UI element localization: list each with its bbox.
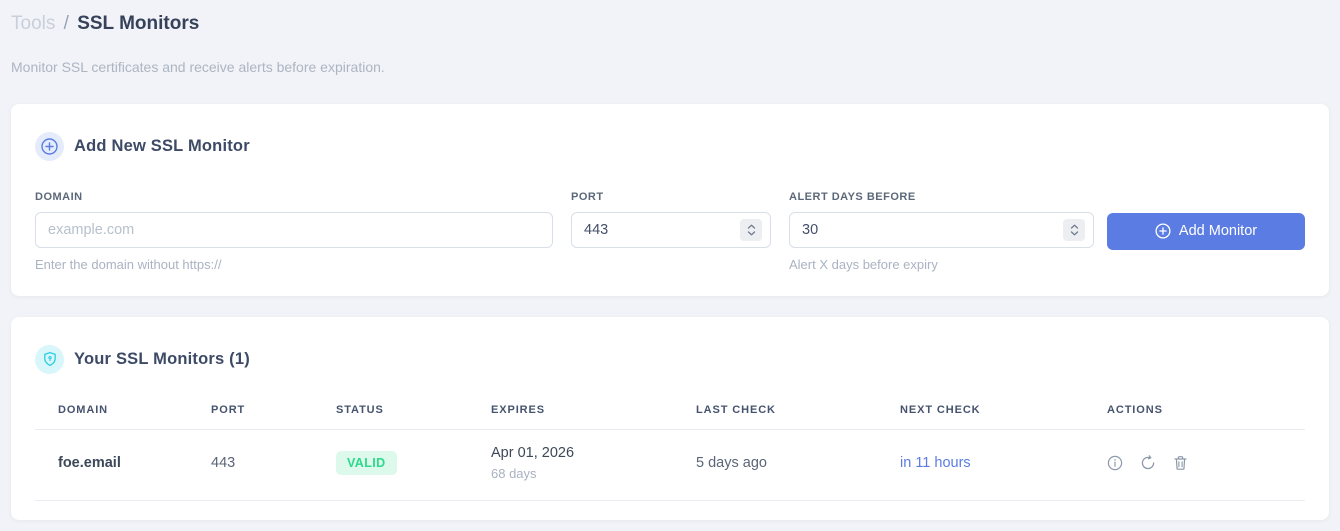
ssl-monitors-page: Tools / SSL Monitors Monitor SSL certifi… <box>0 0 1340 520</box>
monitor-domain: foe.email <box>58 454 121 471</box>
trash-icon[interactable] <box>1173 455 1188 471</box>
col-header-port: PORT <box>211 399 336 430</box>
plus-circle-icon <box>35 131 64 161</box>
monitors-table-wrap: DOMAIN PORT STATUS EXPIRES LAST CHECK NE… <box>35 399 1305 501</box>
monitors-card-header: Your SSL Monitors (1) <box>35 344 1305 374</box>
monitors-list-card: Your SSL Monitors (1) DOMAIN PORT STATUS… <box>11 316 1329 520</box>
table-header-row: DOMAIN PORT STATUS EXPIRES LAST CHECK NE… <box>35 399 1305 430</box>
port-label: PORT <box>571 190 604 203</box>
domain-help-text: Enter the domain without https:// <box>35 256 222 272</box>
add-monitor-card-title: Add New SSL Monitor <box>74 136 250 155</box>
row-actions <box>1107 454 1305 471</box>
alert-days-input[interactable] <box>789 211 1094 248</box>
col-header-expires: EXPIRES <box>491 399 696 430</box>
add-monitor-button[interactable]: Add Monitor <box>1107 212 1305 250</box>
col-header-next-check: NEXT CHECK <box>900 399 1107 430</box>
monitor-port: 443 <box>211 454 236 471</box>
alert-days-label: ALERT DAYS BEFORE <box>789 190 916 203</box>
monitor-last-check: 5 days ago <box>696 454 767 471</box>
monitors-table: DOMAIN PORT STATUS EXPIRES LAST CHECK NE… <box>35 399 1305 501</box>
table-row: foe.email 443 VALID Apr 01, 2026 68 days… <box>35 429 1305 501</box>
alert-days-stepper[interactable] <box>1063 218 1085 241</box>
port-stepper[interactable] <box>740 218 762 241</box>
breadcrumb-tools-link[interactable]: Tools <box>11 13 55 34</box>
info-icon[interactable] <box>1107 455 1123 471</box>
breadcrumb: Tools / SSL Monitors <box>11 8 1329 37</box>
add-monitor-form: DOMAIN Enter the domain without https://… <box>35 191 1305 272</box>
domain-input[interactable] <box>35 211 553 248</box>
add-monitor-card-header: Add New SSL Monitor <box>35 131 1305 161</box>
page-title: SSL Monitors <box>77 13 200 34</box>
col-header-last-check: LAST CHECK <box>696 399 900 430</box>
monitor-expires-date: Apr 01, 2026 <box>491 444 575 461</box>
alert-days-field-group: ALERT DAYS BEFORE Alert X days before ex… <box>789 191 1094 272</box>
status-badge: VALID <box>336 450 397 475</box>
plus-circle-icon <box>1155 223 1171 239</box>
breadcrumb-separator: / <box>63 13 69 34</box>
domain-field-group: DOMAIN Enter the domain without https:// <box>35 191 553 272</box>
monitors-card-title: Your SSL Monitors (1) <box>74 349 250 368</box>
page-subtitle: Monitor SSL certificates and receive ale… <box>11 58 385 75</box>
refresh-icon[interactable] <box>1140 454 1156 471</box>
shield-icon <box>35 344 64 374</box>
domain-label: DOMAIN <box>35 190 83 203</box>
alert-days-help-text: Alert X days before expiry <box>789 256 938 272</box>
monitor-next-check: in 11 hours <box>900 454 971 471</box>
port-field-group: PORT <box>571 191 771 248</box>
col-header-domain: DOMAIN <box>35 399 211 430</box>
monitor-expires-days: 68 days <box>491 465 537 481</box>
col-header-status: STATUS <box>336 399 491 430</box>
col-header-actions: ACTIONS <box>1107 399 1305 430</box>
add-monitor-card: Add New SSL Monitor DOMAIN Enter the dom… <box>11 103 1329 296</box>
add-monitor-button-label: Add Monitor <box>1178 223 1258 240</box>
